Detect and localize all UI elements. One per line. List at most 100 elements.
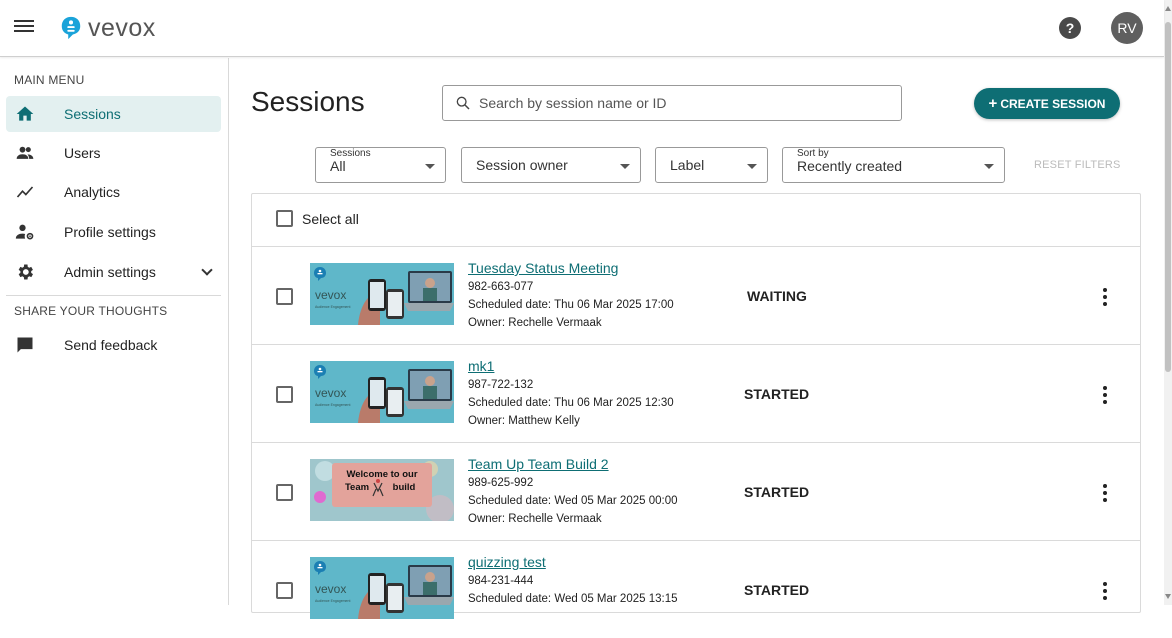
profile-settings-icon (15, 222, 35, 242)
row-checkbox[interactable] (276, 288, 293, 305)
session-thumbnail[interactable]: vevox Audience Engagement (310, 361, 454, 423)
sidebar: MAIN MENU Sessions Users Analytics Profi… (0, 58, 229, 605)
session-thumbnail[interactable]: vevox Audience Engagement (310, 263, 454, 325)
session-row[interactable]: Welcome to our Team build Team Up Team B… (252, 442, 1140, 540)
sort-by-select[interactable]: Sort by Recently created (782, 147, 1005, 183)
search-box[interactable] (442, 85, 902, 121)
feedback-icon (15, 335, 35, 355)
session-id: 984-231-444 (468, 575, 534, 587)
svg-text:vevox: vevox (315, 288, 346, 302)
sidebar-item-profile-settings[interactable]: Profile settings (6, 214, 221, 250)
sessions-list: Select all vevox Audience Engagement Tue… (251, 193, 1141, 619)
session-row[interactable]: vevox Audience Engagement Tuesday Status… (252, 246, 1140, 344)
scroll-up-arrow-icon[interactable] (1165, 6, 1171, 11)
dropdown-caret-icon (425, 164, 435, 169)
sidebar-item-send-feedback[interactable]: Send feedback (6, 327, 221, 363)
session-scheduled-date: Scheduled date: Wed 05 Mar 2025 00:00 (468, 495, 678, 507)
session-status: WAITING (747, 288, 807, 304)
svg-text:vevox: vevox (315, 386, 346, 400)
scrollbar-thumb[interactable] (1165, 22, 1171, 372)
svg-text:Audience Engagement: Audience Engagement (315, 599, 350, 603)
session-row[interactable]: vevox Audience Engagement quizzing test … (252, 540, 1140, 638)
more-options-icon[interactable] (1101, 582, 1109, 600)
session-owner: Owner: Rechelle Vermaak (468, 317, 602, 329)
svg-text:vevox: vevox (315, 582, 346, 596)
label-filter-select[interactable]: Label (655, 147, 768, 183)
dropdown-caret-icon (620, 164, 630, 169)
select-all-checkbox[interactable] (276, 210, 293, 227)
create-session-label: CREATE SESSION (1000, 96, 1106, 111)
hamburger-menu-icon[interactable] (14, 17, 34, 37)
gear-icon (15, 262, 35, 282)
thumbnail-text: Team (345, 482, 369, 493)
session-row[interactable]: vevox Audience Engagement mk1 987-722-13… (252, 344, 1140, 442)
session-scheduled-date: Scheduled date: Wed 05 Mar 2025 13:15 (468, 593, 678, 605)
session-id: 987-722-132 (468, 379, 534, 391)
create-session-button[interactable]: + CREATE SESSION (974, 88, 1120, 119)
plus-icon: + (988, 95, 998, 112)
sidebar-item-sessions[interactable]: Sessions (6, 96, 221, 132)
session-owner: Owner: Rechelle Vermaak (468, 513, 602, 525)
session-owner-filter-label: Session owner (476, 157, 568, 173)
session-thumbnail[interactable]: Welcome to our Team build (310, 459, 454, 521)
chevron-down-icon[interactable] (201, 264, 213, 276)
row-checkbox[interactable] (276, 386, 293, 403)
session-status: STARTED (744, 386, 810, 402)
more-options-icon[interactable] (1101, 484, 1109, 502)
sidebar-item-admin-settings[interactable]: Admin settings (6, 254, 221, 290)
home-icon (15, 104, 35, 124)
row-checkbox[interactable] (276, 484, 293, 501)
session-status: STARTED (744, 484, 810, 500)
reset-filters-button[interactable]: RESET FILTERS (1034, 159, 1121, 171)
share-thoughts-heading: SHARE YOUR THOUGHTS (14, 304, 168, 318)
session-name-link[interactable]: quizzing test (468, 554, 546, 570)
session-name-link[interactable]: Team Up Team Build 2 (468, 456, 609, 472)
user-avatar[interactable]: RV (1111, 12, 1143, 44)
sort-by-value: Recently created (797, 158, 903, 174)
sidebar-item-label: Sessions (64, 106, 121, 122)
session-owner: Owner: Matthew Kelly (468, 415, 580, 427)
sessions-filter-select[interactable]: Sessions All (315, 147, 446, 183)
session-status: STARTED (744, 582, 810, 598)
main-menu-heading: MAIN MENU (14, 73, 85, 87)
session-thumbnail[interactable]: vevox Audience Engagement (310, 557, 454, 619)
page-scrollbar[interactable] (1164, 0, 1172, 605)
select-all-control[interactable]: Select all (276, 210, 359, 227)
session-owner-filter-select[interactable]: Session owner (461, 147, 641, 183)
scroll-down-arrow-icon[interactable] (1165, 594, 1171, 599)
sessions-filter-value: All (330, 158, 346, 174)
session-name-link[interactable]: Tuesday Status Meeting (468, 260, 618, 276)
users-icon (15, 143, 35, 163)
svg-text:Audience Engagement: Audience Engagement (315, 305, 350, 309)
sidebar-item-analytics[interactable]: Analytics (6, 174, 221, 210)
help-icon[interactable]: ? (1059, 17, 1081, 39)
thumbnail-text: Welcome to our (346, 469, 417, 480)
analytics-icon (15, 182, 35, 202)
dropdown-caret-icon (984, 164, 994, 169)
sidebar-item-label: Users (64, 145, 101, 161)
more-options-icon[interactable] (1101, 288, 1109, 306)
sidebar-divider (6, 295, 221, 296)
search-input[interactable] (479, 95, 879, 111)
top-bar: vevox ? RV (0, 0, 1164, 57)
session-scheduled-date: Scheduled date: Thu 06 Mar 2025 12:30 (468, 397, 674, 409)
session-id: 989-625-992 (468, 477, 534, 489)
dropdown-caret-icon (747, 164, 757, 169)
svg-text:Audience Engagement: Audience Engagement (315, 403, 350, 407)
sidebar-item-users[interactable]: Users (6, 135, 221, 171)
sidebar-item-label: Send feedback (64, 337, 158, 353)
sidebar-item-label: Analytics (64, 184, 121, 200)
search-icon (456, 96, 470, 110)
logo-text: vevox (88, 13, 156, 42)
vevox-logo-mark-icon (61, 16, 81, 40)
sidebar-item-label: Admin settings (64, 264, 156, 280)
page-title: Sessions (251, 86, 365, 117)
session-id: 982-663-077 (468, 281, 534, 293)
more-options-icon[interactable] (1101, 386, 1109, 404)
row-checkbox[interactable] (276, 582, 293, 599)
session-name-link[interactable]: mk1 (468, 358, 494, 374)
label-filter-label: Label (670, 157, 705, 173)
session-scheduled-date: Scheduled date: Thu 06 Mar 2025 17:00 (468, 299, 674, 311)
sidebar-item-label: Profile settings (64, 224, 156, 240)
vevox-logo[interactable]: vevox (60, 14, 156, 42)
